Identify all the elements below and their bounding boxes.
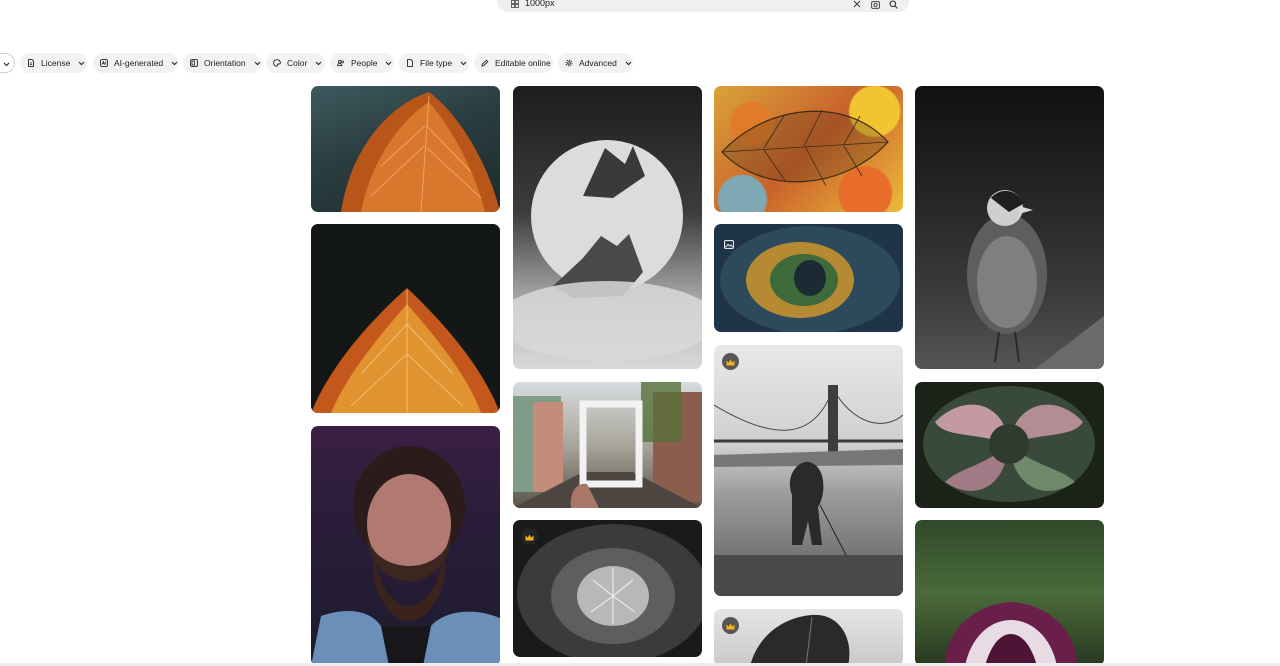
photo-tile[interactable] bbox=[513, 382, 702, 508]
chevron-down-icon bbox=[460, 59, 467, 67]
people-icon bbox=[337, 59, 345, 67]
filter-label: People bbox=[351, 58, 378, 68]
crown-icon bbox=[726, 353, 735, 371]
image-icon bbox=[724, 236, 734, 249]
photo-tile[interactable] bbox=[915, 86, 1104, 369]
file-icon bbox=[406, 59, 414, 67]
clear-icon[interactable] bbox=[851, 0, 863, 10]
filter-label: Advanced bbox=[579, 58, 617, 68]
chevron-down-icon bbox=[625, 59, 632, 67]
premium-badge bbox=[521, 528, 538, 545]
gear-icon bbox=[565, 59, 573, 67]
search-input[interactable] bbox=[525, 0, 825, 9]
filter-label: License bbox=[41, 58, 71, 68]
tulip-photo bbox=[945, 602, 1077, 666]
photo-tile[interactable] bbox=[714, 345, 903, 596]
filter-label: Color bbox=[287, 58, 308, 68]
leaf-photo bbox=[311, 288, 500, 413]
frame-street-photo bbox=[513, 382, 702, 508]
photo-tile[interactable] bbox=[311, 224, 500, 413]
filter-label: File type bbox=[420, 58, 453, 68]
photo-tile[interactable] bbox=[714, 609, 903, 666]
license-icon bbox=[27, 59, 35, 67]
filter-file-type[interactable]: File type bbox=[399, 53, 469, 73]
premium-badge bbox=[722, 617, 739, 634]
crown-icon bbox=[525, 528, 534, 546]
filter-people[interactable]: People bbox=[330, 53, 394, 73]
filter-label: Orientation bbox=[204, 58, 246, 68]
bird-photo bbox=[967, 190, 1104, 369]
mountain-circle-photo bbox=[513, 140, 702, 361]
photo-tile[interactable] bbox=[311, 426, 500, 666]
portrait-photo bbox=[311, 446, 500, 666]
pencil-icon bbox=[481, 59, 489, 67]
filter-advanced[interactable]: Advanced bbox=[558, 53, 633, 73]
golden-gate-photo bbox=[714, 385, 903, 596]
filter-label: Editable online bbox=[495, 58, 551, 68]
search-bar[interactable] bbox=[497, 0, 909, 12]
forest-eye-photo bbox=[720, 226, 900, 332]
filter-license[interactable]: License bbox=[20, 53, 87, 73]
filter-editable-online[interactable]: Editable online bbox=[474, 53, 553, 73]
crown-icon bbox=[726, 617, 735, 635]
leaf-photo bbox=[341, 92, 500, 212]
orientation-icon bbox=[190, 59, 198, 67]
photo-tile[interactable] bbox=[311, 86, 500, 212]
photo-tile[interactable] bbox=[513, 520, 702, 657]
bw-leaf-photo bbox=[750, 614, 850, 666]
ai-icon bbox=[100, 59, 108, 67]
filter-color[interactable]: Color bbox=[266, 53, 325, 73]
filter-label: AI-generated bbox=[114, 58, 164, 68]
photo-tile[interactable] bbox=[714, 224, 903, 332]
filter-icon[interactable] bbox=[511, 0, 519, 8]
premium-badge bbox=[722, 353, 739, 370]
filter-orientation[interactable]: Orientation bbox=[183, 53, 261, 73]
palette-icon bbox=[273, 59, 281, 67]
chevron-down-icon bbox=[315, 59, 322, 67]
filter-ai-generated[interactable]: AI-generated bbox=[93, 53, 178, 73]
photo-tile[interactable] bbox=[513, 86, 702, 369]
visual-search-icon[interactable] bbox=[869, 0, 881, 10]
chevron-down-icon bbox=[254, 59, 261, 67]
filter-dropdown-button[interactable] bbox=[0, 53, 15, 73]
leaf-skeleton-photo bbox=[721, 109, 889, 187]
cabbage-photo bbox=[517, 524, 702, 657]
photo-tile[interactable] bbox=[714, 86, 903, 212]
photo-tile[interactable] bbox=[915, 520, 1104, 666]
photo-tile[interactable] bbox=[915, 382, 1104, 508]
chevron-down-icon bbox=[3, 54, 10, 72]
chevron-down-icon bbox=[78, 59, 85, 67]
succulent-photo bbox=[923, 386, 1095, 502]
chevron-down-icon bbox=[385, 59, 392, 67]
search-icon[interactable] bbox=[887, 0, 899, 10]
chevron-down-icon bbox=[171, 59, 178, 67]
